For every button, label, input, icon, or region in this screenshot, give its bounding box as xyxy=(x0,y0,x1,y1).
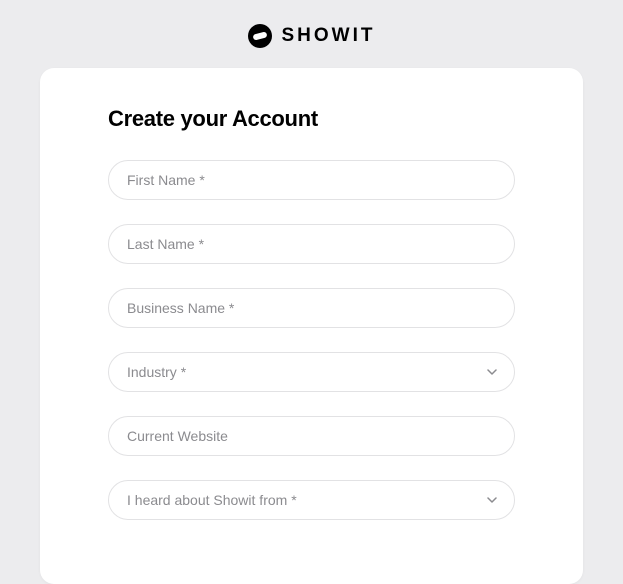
first-name-field[interactable] xyxy=(108,160,515,200)
business-name-field[interactable] xyxy=(108,288,515,328)
current-website-field[interactable] xyxy=(108,416,515,456)
heard-from-select[interactable]: I heard about Showit from * xyxy=(108,480,515,520)
industry-select[interactable]: Industry * xyxy=(108,352,515,392)
showit-logo-icon xyxy=(248,24,272,48)
signup-card: Create your Account Industry * xyxy=(40,68,583,584)
brand-header: SHOWIT xyxy=(0,0,623,68)
brand-name: SHOWIT xyxy=(282,25,376,47)
page-title: Create your Account xyxy=(108,106,515,132)
last-name-field[interactable] xyxy=(108,224,515,264)
